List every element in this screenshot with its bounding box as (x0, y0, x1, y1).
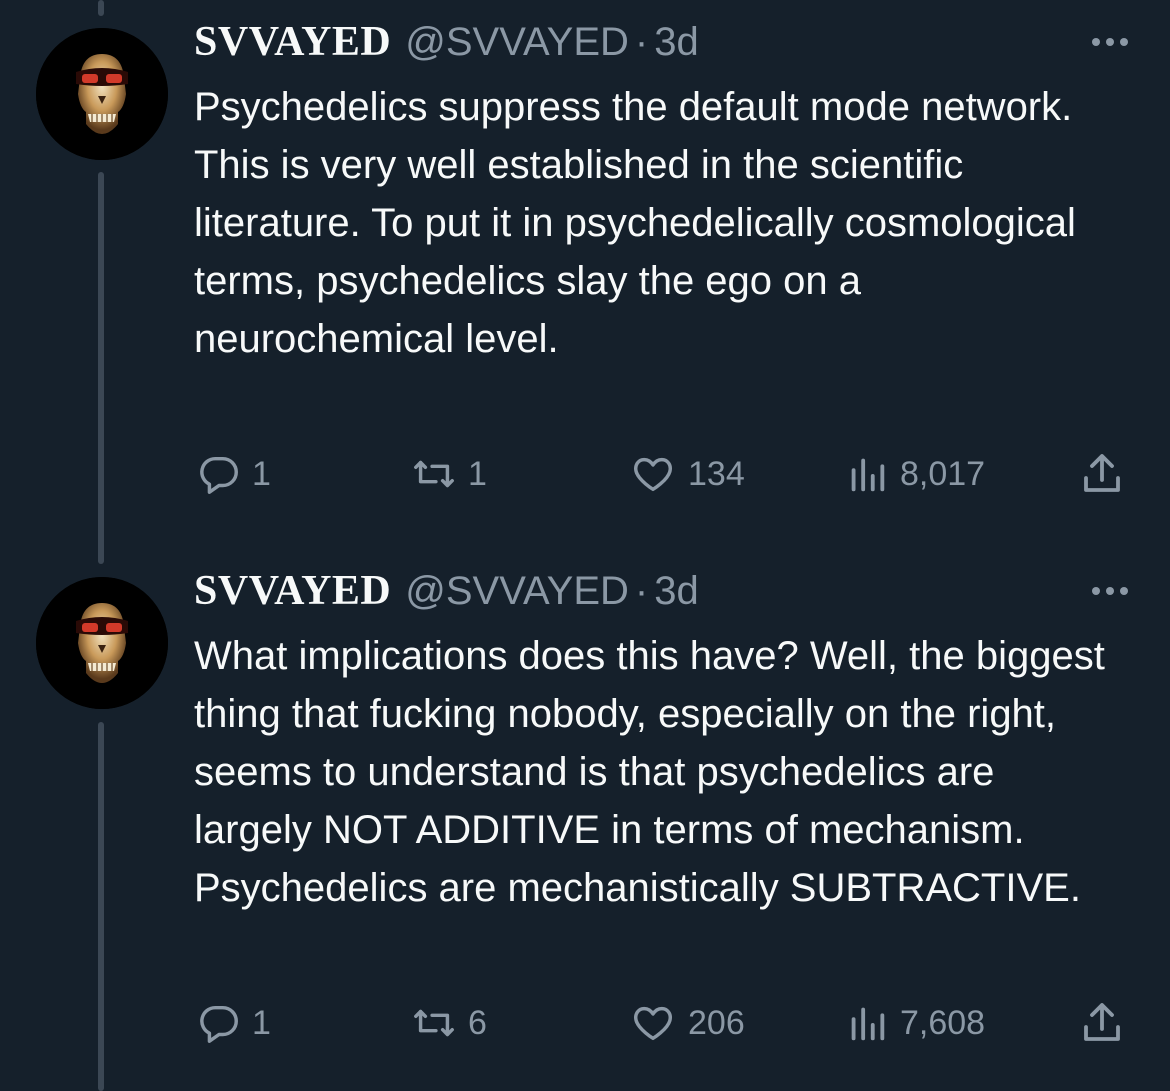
like-button[interactable]: 206 (628, 1000, 745, 1046)
skull-avatar-image (36, 577, 168, 709)
skull-avatar-image (36, 28, 168, 160)
retweet-count: 6 (468, 1003, 487, 1042)
tweet[interactable]: SVVAYED @SVVAYED · 3d What implications … (0, 549, 1170, 1091)
like-button[interactable]: 134 (628, 451, 745, 497)
reply-icon (200, 456, 238, 494)
tweet-actions: 1 6 206 7,608 (194, 993, 1130, 1053)
reply-button[interactable]: 1 (196, 451, 271, 497)
avatar[interactable] (36, 28, 168, 160)
retweet-count: 1 (468, 454, 487, 493)
more-icon[interactable] (1092, 38, 1128, 46)
tweet-header: SVVAYED @SVVAYED · 3d (194, 567, 1124, 625)
share-icon (1084, 454, 1120, 492)
views-button[interactable]: 7,608 (844, 1000, 985, 1046)
views-count: 7,608 (900, 1003, 986, 1042)
reply-icon (200, 1005, 238, 1043)
tweet-text: What implications does this have? Well, … (194, 634, 1105, 910)
tweet-text: Psychedelics suppress the default mode n… (194, 85, 1076, 361)
handle[interactable]: @SVVAYED (405, 569, 629, 614)
timestamp[interactable]: 3d (654, 569, 699, 614)
reply-button[interactable]: 1 (196, 1000, 271, 1046)
like-count: 134 (688, 454, 745, 493)
tweet[interactable]: SVVAYED @SVVAYED · 3d Psychedelics suppr… (0, 0, 1170, 548)
avatar[interactable] (36, 577, 168, 709)
tweet-content: SVVAYED @SVVAYED · 3d What implications … (194, 567, 1124, 917)
share-icon (1084, 1003, 1120, 1041)
tweet-actions: 1 1 134 8,017 (194, 444, 1130, 504)
display-name[interactable]: SVVAYED (194, 567, 391, 615)
heart-icon (634, 457, 672, 492)
more-icon[interactable] (1092, 587, 1128, 595)
like-count: 206 (688, 1003, 745, 1042)
display-name[interactable]: SVVAYED (194, 18, 391, 66)
retweet-button[interactable]: 1 (410, 451, 487, 497)
retweet-button[interactable]: 6 (410, 1000, 487, 1046)
tweet-header: SVVAYED @SVVAYED · 3d (194, 18, 1124, 76)
heart-icon (634, 1006, 672, 1041)
reply-count: 1 (252, 454, 271, 493)
share-button[interactable] (1078, 999, 1126, 1047)
views-count: 8,017 (900, 454, 986, 493)
views-icon (851, 458, 885, 492)
reply-count: 1 (252, 1003, 271, 1042)
share-button[interactable] (1078, 450, 1126, 498)
separator: · (634, 20, 649, 64)
timestamp[interactable]: 3d (654, 20, 699, 65)
handle[interactable]: @SVVAYED (405, 20, 629, 65)
tweet-content: SVVAYED @SVVAYED · 3d Psychedelics suppr… (194, 18, 1124, 368)
retweet-icon (414, 1009, 454, 1037)
separator: · (634, 569, 649, 613)
views-icon (851, 1007, 885, 1041)
retweet-icon (414, 460, 454, 488)
views-button[interactable]: 8,017 (844, 451, 985, 497)
